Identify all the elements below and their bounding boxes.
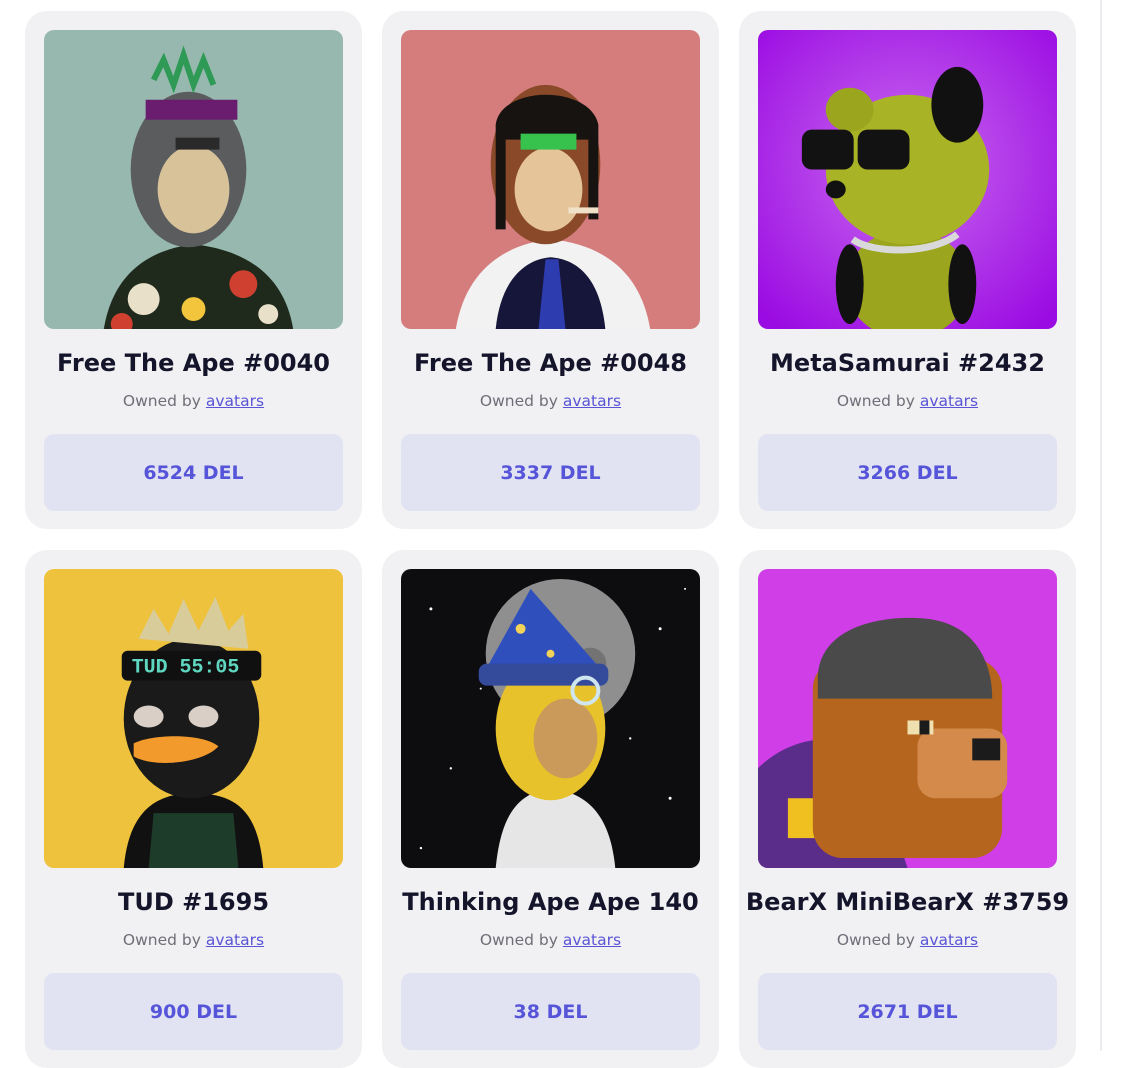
duck-avatar: TUD 55:05 <box>44 569 343 868</box>
nft-owner: Owned by avatars <box>739 931 1076 949</box>
nft-image[interactable]: TUD 55:05 <box>44 569 343 868</box>
owner-link[interactable]: avatars <box>206 392 264 410</box>
nft-card[interactable]: Free The Ape #0040 Owned by avatars 6524… <box>25 11 362 529</box>
price-button[interactable]: 6524 DEL <box>44 434 343 511</box>
nft-title: Thinking Ape Ape 140 <box>402 888 699 916</box>
price-button[interactable]: 2671 DEL <box>758 973 1057 1050</box>
nft-title: BearX MiniBearX #3759 <box>745 888 1070 916</box>
ape-avatar <box>44 30 343 329</box>
owned-by-label: Owned by <box>479 392 558 410</box>
nft-title: MetaSamurai #2432 <box>770 349 1045 377</box>
nft-owner: Owned by avatars <box>739 392 1076 410</box>
nft-card[interactable]: TUD 55:05 TUD #1695 Owned by avatars 900… <box>25 550 362 1068</box>
right-panel <box>1100 0 1144 1051</box>
price-button[interactable]: 38 DEL <box>401 973 700 1050</box>
nft-image[interactable] <box>758 569 1057 868</box>
nft-card[interactable]: BearX MiniBearX #3759 Owned by avatars 2… <box>739 550 1076 1068</box>
owned-by-label: Owned by <box>122 931 201 949</box>
pixel-bear-avatar <box>758 569 1057 868</box>
nft-image[interactable] <box>44 30 343 329</box>
price-button[interactable]: 900 DEL <box>44 973 343 1050</box>
nft-owner: Owned by avatars <box>25 931 362 949</box>
price-button[interactable]: 3337 DEL <box>401 434 700 511</box>
nft-gallery: Free The Ape #0040 Owned by avatars 6524… <box>0 0 1100 1068</box>
nft-title: TUD #1695 <box>117 888 270 916</box>
nft-card[interactable]: Thinking Ape Ape 140 Owned by avatars 38… <box>382 550 719 1068</box>
nft-image[interactable] <box>758 30 1057 329</box>
nft-card[interactable]: Free The Ape #0048 Owned by avatars 3337… <box>382 11 719 529</box>
owner-link[interactable]: avatars <box>563 931 621 949</box>
owner-link[interactable]: avatars <box>920 931 978 949</box>
owned-by-label: Owned by <box>122 392 201 410</box>
owned-by-label: Owned by <box>836 392 915 410</box>
owned-by-label: Owned by <box>836 931 915 949</box>
owner-link[interactable]: avatars <box>920 392 978 410</box>
bear-avatar <box>758 30 1057 329</box>
owner-link[interactable]: avatars <box>563 392 621 410</box>
nft-owner: Owned by avatars <box>25 392 362 410</box>
nft-image[interactable] <box>401 30 700 329</box>
svg-text:TUD 55:05: TUD 55:05 <box>132 656 240 679</box>
price-button[interactable]: 3266 DEL <box>758 434 1057 511</box>
ape-avatar <box>401 30 700 329</box>
owner-link[interactable]: avatars <box>206 931 264 949</box>
nft-owner: Owned by avatars <box>382 931 719 949</box>
owned-by-label: Owned by <box>479 931 558 949</box>
nft-owner: Owned by avatars <box>382 392 719 410</box>
nft-title: Free The Ape #0040 <box>57 349 330 377</box>
nft-card[interactable]: MetaSamurai #2432 Owned by avatars 3266 … <box>739 11 1076 529</box>
wizard-ape-avatar <box>401 569 700 868</box>
nft-title: Free The Ape #0048 <box>414 349 687 377</box>
nft-image[interactable] <box>401 569 700 868</box>
